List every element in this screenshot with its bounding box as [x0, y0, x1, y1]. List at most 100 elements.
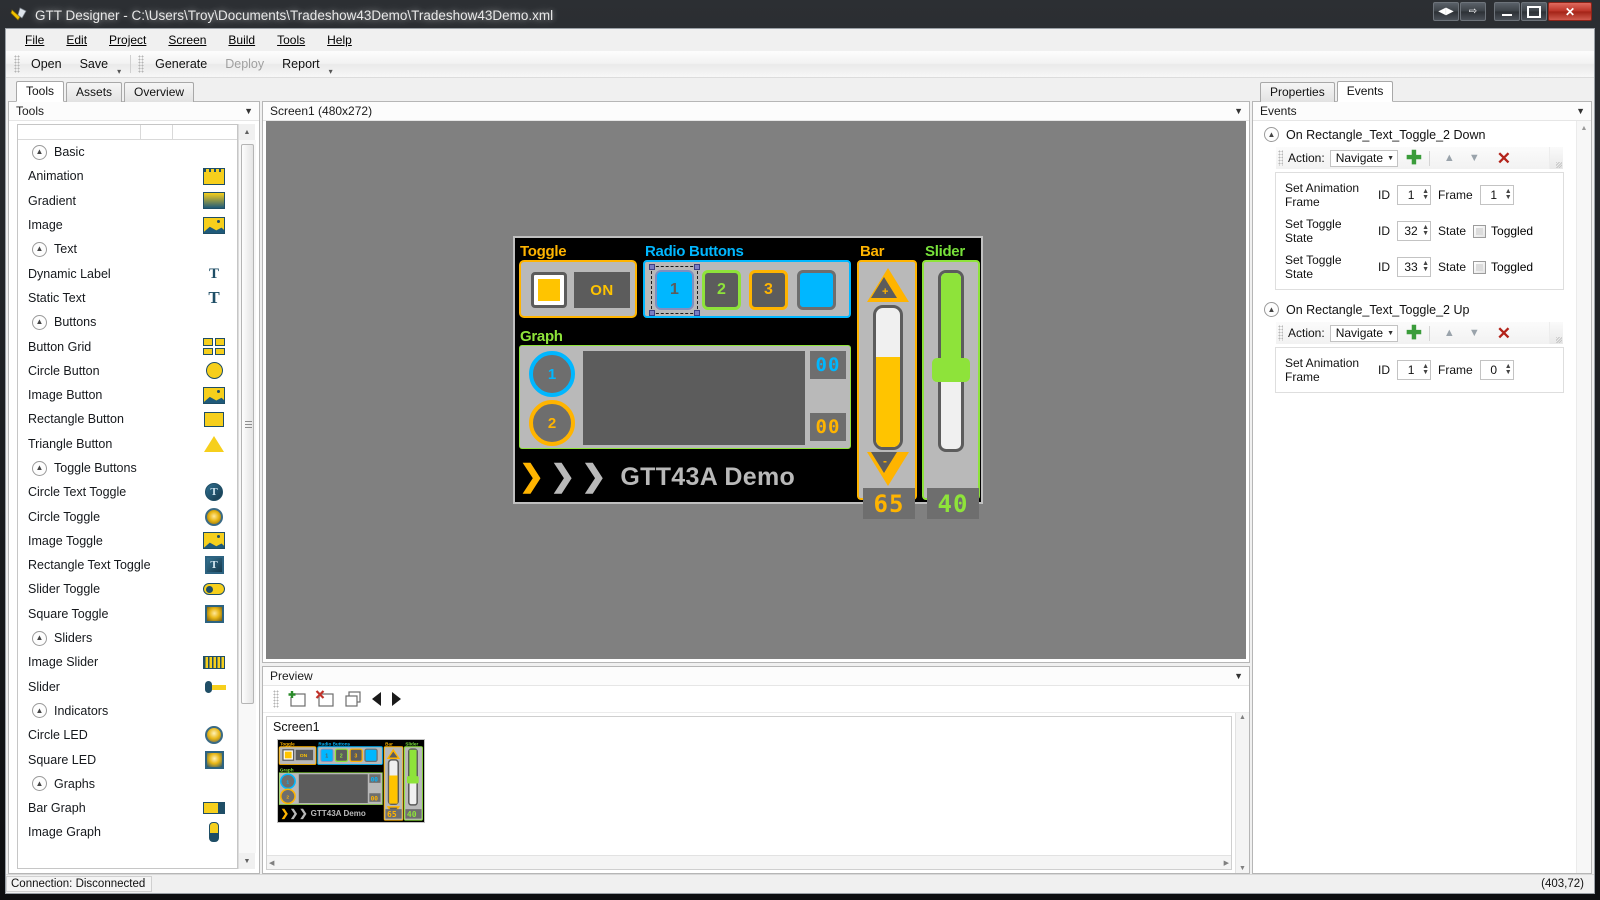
preview-hscrollbar[interactable]: ◀ ▶: [267, 855, 1231, 869]
menu-build[interactable]: Build: [217, 30, 266, 50]
toolbar-overflow[interactable]: [1549, 147, 1563, 169]
tools-item-gradient[interactable]: Gradient: [18, 189, 237, 213]
event-action-row[interactable]: Set Animation Frame ID 1 ▲ ▼ Frame 0 ▲ ▼: [1276, 352, 1563, 388]
maximize-button[interactable]: [1521, 2, 1547, 21]
toggle-swatch[interactable]: [531, 272, 567, 308]
add-screen-icon[interactable]: [287, 689, 309, 709]
frame-stepper[interactable]: 0 ▲ ▼: [1479, 360, 1514, 380]
preview-screen-thumbnail[interactable]: Toggle Radio Buttons Bar Slider ON 1 2 3…: [277, 739, 425, 823]
scroll-left-icon[interactable]: ◀: [269, 859, 274, 867]
tools-item-dynamic-label[interactable]: Dynamic Label T: [18, 261, 237, 285]
move-down-button[interactable]: ▼: [1469, 152, 1480, 164]
tools-item-animation[interactable]: Animation: [18, 164, 237, 188]
chevron-down-icon[interactable]: ▼: [1234, 106, 1243, 116]
tools-group-buttons[interactable]: ▲ Buttons: [18, 310, 237, 334]
menu-tools[interactable]: Tools: [266, 30, 316, 50]
tools-group-graphs[interactable]: ▲ Graphs: [18, 772, 237, 796]
close-button[interactable]: ✕: [1548, 2, 1592, 21]
tools-item-circle-toggle[interactable]: Circle Toggle: [18, 504, 237, 528]
tools-scrollbar[interactable]: ▲ ▼: [238, 124, 256, 869]
collapse-chevron-icon[interactable]: ▲: [32, 144, 47, 160]
graph-series-button-2[interactable]: 2: [529, 400, 575, 446]
report-button[interactable]: Report: [273, 53, 329, 75]
radio-button-2[interactable]: 2: [702, 270, 741, 310]
tools-item-square-led[interactable]: Square LED: [18, 747, 237, 771]
slider-group[interactable]: 40: [922, 260, 980, 519]
chevron-down-icon[interactable]: ▼: [1576, 106, 1585, 116]
menu-help[interactable]: Help: [316, 30, 363, 50]
tools-item-rectangle-text-toggle[interactable]: Rectangle Text Toggle T: [18, 553, 237, 577]
stepper-down-icon[interactable]: ▼: [1505, 369, 1512, 376]
scroll-up-icon[interactable]: ▲: [1577, 121, 1591, 135]
toolbar-overflow-1[interactable]: [117, 53, 127, 76]
toggle-state-text[interactable]: ON: [574, 272, 630, 308]
tools-scroll-track[interactable]: [238, 140, 256, 853]
scroll-down-icon[interactable]: ▼: [1239, 864, 1246, 873]
open-button[interactable]: Open: [22, 53, 71, 75]
radio-button-3[interactable]: 3: [749, 270, 788, 310]
toolbar-grip[interactable]: [1278, 325, 1283, 341]
stepper-buttons[interactable]: ▲ ▼: [1422, 224, 1429, 237]
stepper-buttons[interactable]: ▲ ▼: [1505, 188, 1512, 201]
action-select[interactable]: Navigate ▼: [1329, 324, 1398, 342]
collapse-chevron-icon[interactable]: ▲: [32, 460, 47, 476]
bar-group[interactable]: + - 65: [857, 260, 917, 519]
graph-series-button-1[interactable]: 1: [529, 351, 575, 397]
tools-group-basic[interactable]: ▲ Basic: [18, 140, 237, 164]
toolbar-grip[interactable]: [1278, 150, 1283, 166]
scroll-down-icon[interactable]: ▼: [239, 853, 256, 869]
collapse-chevron-icon[interactable]: ▲: [1264, 127, 1279, 142]
scroll-up-icon[interactable]: ▲: [239, 124, 256, 140]
stepper-down-icon[interactable]: ▼: [1422, 194, 1429, 201]
tools-item-triangle-button[interactable]: Triangle Button: [18, 432, 237, 456]
save-button[interactable]: Save: [71, 53, 118, 75]
delete-screen-icon[interactable]: [315, 689, 337, 709]
collapse-chevron-icon[interactable]: ▲: [32, 776, 47, 792]
tools-item-circle-led[interactable]: Circle LED: [18, 723, 237, 747]
menu-file[interactable]: File: [14, 30, 55, 50]
tools-item-slider[interactable]: Slider: [18, 675, 237, 699]
stepper-down-icon[interactable]: ▼: [1422, 230, 1429, 237]
handle-nw[interactable]: [649, 264, 655, 270]
generate-button[interactable]: Generate: [146, 53, 216, 75]
design-canvas[interactable]: Toggle Radio Buttons Bar Slider Graph ON: [266, 121, 1246, 659]
tools-group-toggle-buttons[interactable]: ▲ Toggle Buttons: [18, 456, 237, 480]
collapse-chevron-icon[interactable]: ▲: [1264, 302, 1279, 317]
collapse-chevron-icon[interactable]: ▲: [32, 241, 47, 257]
tools-group-sliders[interactable]: ▲ Sliders: [18, 626, 237, 650]
tools-item-image-toggle[interactable]: Image Toggle: [18, 529, 237, 553]
toolbar-grip-2[interactable]: [138, 55, 145, 73]
tools-group-text[interactable]: ▲ Text: [18, 237, 237, 261]
tab-assets[interactable]: Assets: [66, 82, 123, 102]
menu-screen[interactable]: Screen: [157, 30, 217, 50]
stepper-buttons[interactable]: ▲ ▼: [1422, 188, 1429, 201]
tab-properties[interactable]: Properties: [1260, 82, 1335, 102]
graph-group[interactable]: 1 2 00 00: [519, 345, 851, 449]
event-action-row[interactable]: Set Toggle State ID 32 ▲ ▼ State Toggled: [1276, 213, 1563, 249]
id-stepper[interactable]: 1 ▲ ▼: [1397, 185, 1431, 205]
tools-item-circle-button[interactable]: Circle Button: [18, 359, 237, 383]
move-up-button[interactable]: ▲: [1444, 327, 1455, 339]
tools-item-image-graph[interactable]: Image Graph: [18, 820, 237, 844]
expand-button[interactable]: ◀▶: [1433, 2, 1459, 21]
move-up-button[interactable]: ▲: [1444, 152, 1455, 164]
preview-vscrollbar[interactable]: ▲ ▼: [1235, 713, 1249, 873]
scroll-up-icon[interactable]: ▲: [1239, 713, 1246, 722]
tools-item-square-toggle[interactable]: Square Toggle: [18, 602, 237, 626]
collapse-chevron-icon[interactable]: ▲: [32, 703, 47, 719]
tools-item-static-text[interactable]: Static Text T: [18, 286, 237, 310]
tools-item-rectangle-button[interactable]: Rectangle Button: [18, 407, 237, 431]
tools-item-image[interactable]: Image: [18, 213, 237, 237]
add-action-button[interactable]: ✚: [1406, 149, 1422, 168]
tab-overview[interactable]: Overview: [124, 82, 195, 102]
handle-sw[interactable]: [649, 310, 655, 316]
id-stepper[interactable]: 33 ▲ ▼: [1397, 257, 1431, 277]
delete-action-button[interactable]: ✕: [1497, 150, 1511, 167]
radio-button-group[interactable]: 1 2 3: [643, 260, 851, 318]
toggled-checkbox[interactable]: [1473, 259, 1491, 275]
tools-col-name[interactable]: [18, 125, 141, 139]
delete-action-button[interactable]: ✕: [1497, 325, 1511, 342]
collapse-chevron-icon[interactable]: ▲: [32, 630, 47, 646]
stepper-down-icon[interactable]: ▼: [1422, 266, 1429, 273]
event-group-header[interactable]: ▲ On Rectangle_Text_Toggle_2 Down: [1259, 123, 1572, 146]
